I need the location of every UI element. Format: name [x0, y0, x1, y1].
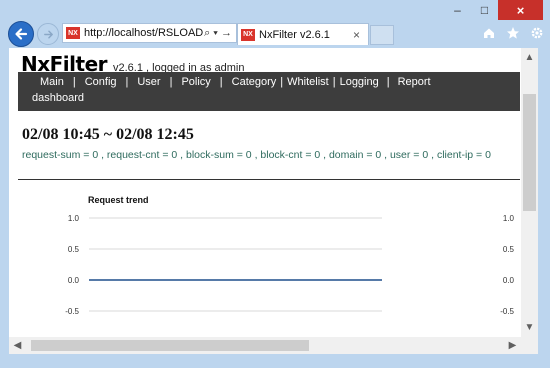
divider: [18, 179, 520, 180]
tab-title: NxFilter v2.6.1: [259, 28, 330, 41]
menu-item-main[interactable]: Main: [40, 76, 64, 88]
main-menu: Main | Config | User | Policy | Category | Whiteli…: [18, 72, 520, 111]
window-bottom-edge: [0, 354, 550, 368]
menu-separator: |: [169, 76, 173, 88]
menu-item-user[interactable]: User: [137, 76, 160, 88]
chart-title: Request trend: [88, 195, 149, 205]
menu-separator: |: [280, 76, 284, 88]
request-trend-chart: Request trend 1.0 1.0 0.5 0.5 0.0 0.0 -0.5 -0.5…: [65, 195, 515, 316]
back-button[interactable]: [8, 21, 34, 47]
title-bar: – □ × NX http://localhost/RSLOAD.NET ⌕ ▾…: [0, 0, 550, 48]
y-tick-label-left: 0.0: [68, 276, 80, 285]
y-tick-label-right: -0.5: [500, 307, 514, 316]
scroll-right-icon[interactable]: ▶: [504, 340, 521, 351]
menu-separator: |: [332, 76, 336, 88]
y-tick-label-right: 1.0: [503, 214, 515, 223]
menu-item-category[interactable]: Category: [232, 76, 277, 88]
y-tick-label-right: 0.5: [503, 245, 515, 254]
browser-tab[interactable]: NX NxFilter v2.6.1 ×: [237, 23, 369, 45]
home-icon[interactable]: [482, 26, 496, 40]
menu-separator: |: [219, 76, 223, 88]
tab-favicon-icon: NX: [241, 28, 255, 41]
stats-summary: request-sum = 0 , request-cnt = 0 , bloc…: [22, 149, 491, 161]
scrollbar-corner: [521, 337, 538, 354]
vertical-scrollbar[interactable]: ▲ ▼: [521, 48, 538, 337]
maximize-button[interactable]: □: [471, 0, 498, 20]
scroll-up-icon[interactable]: ▲: [521, 52, 538, 63]
page-viewport: NxFilter v2.6.1 , logged in as admin Mai…: [9, 48, 521, 337]
window-controls: – □ ×: [444, 0, 543, 20]
tab-close-icon[interactable]: ×: [353, 28, 360, 42]
forward-arrow-icon: [43, 30, 53, 38]
menu-row: Main | Config | User | Policy | Category | Whiteli…: [40, 76, 431, 88]
y-tick-label-right: 0.0: [503, 276, 515, 285]
y-tick-label-left: -0.5: [65, 307, 79, 316]
menu-item-dashboard[interactable]: dashboard: [32, 92, 84, 104]
toolbar-icons: [482, 26, 544, 40]
menu-item-policy[interactable]: Policy: [181, 76, 210, 88]
scroll-left-icon[interactable]: ◀: [9, 340, 26, 351]
menu-item-report[interactable]: Report: [398, 76, 431, 88]
vertical-scroll-thumb[interactable]: [523, 94, 536, 211]
forward-button[interactable]: [37, 23, 59, 45]
menu-item-config[interactable]: Config: [85, 76, 117, 88]
menu-separator: |: [72, 76, 76, 88]
site-favicon-icon: NX: [66, 27, 80, 39]
address-controls[interactable]: ⌕ ▾ →: [204, 27, 232, 40]
y-tick-label-left: 0.5: [68, 245, 80, 254]
horizontal-scroll-thumb[interactable]: [31, 340, 309, 351]
menu-separator: |: [125, 76, 129, 88]
address-bar[interactable]: NX http://localhost/RSLOAD.NET ⌕ ▾ →: [62, 23, 237, 43]
minimize-button[interactable]: –: [444, 0, 471, 20]
menu-item-whitelist[interactable]: Whitelist: [287, 76, 329, 88]
scroll-down-icon[interactable]: ▼: [521, 322, 538, 333]
menu-item-logging[interactable]: Logging: [340, 76, 379, 88]
time-range-title: 02/08 10:45 ~ 02/08 12:45: [22, 126, 194, 143]
y-tick-label-left: 1.0: [68, 214, 80, 223]
menu-separator: |: [386, 76, 390, 88]
gear-icon[interactable]: [530, 26, 544, 40]
star-icon[interactable]: [506, 26, 520, 40]
back-arrow-icon: [15, 28, 28, 40]
close-window-button[interactable]: ×: [498, 0, 543, 20]
horizontal-scrollbar[interactable]: ◀ ▶: [9, 337, 521, 354]
new-tab-button[interactable]: [370, 25, 394, 45]
address-url[interactable]: http://localhost/RSLOAD.NET: [84, 27, 204, 39]
